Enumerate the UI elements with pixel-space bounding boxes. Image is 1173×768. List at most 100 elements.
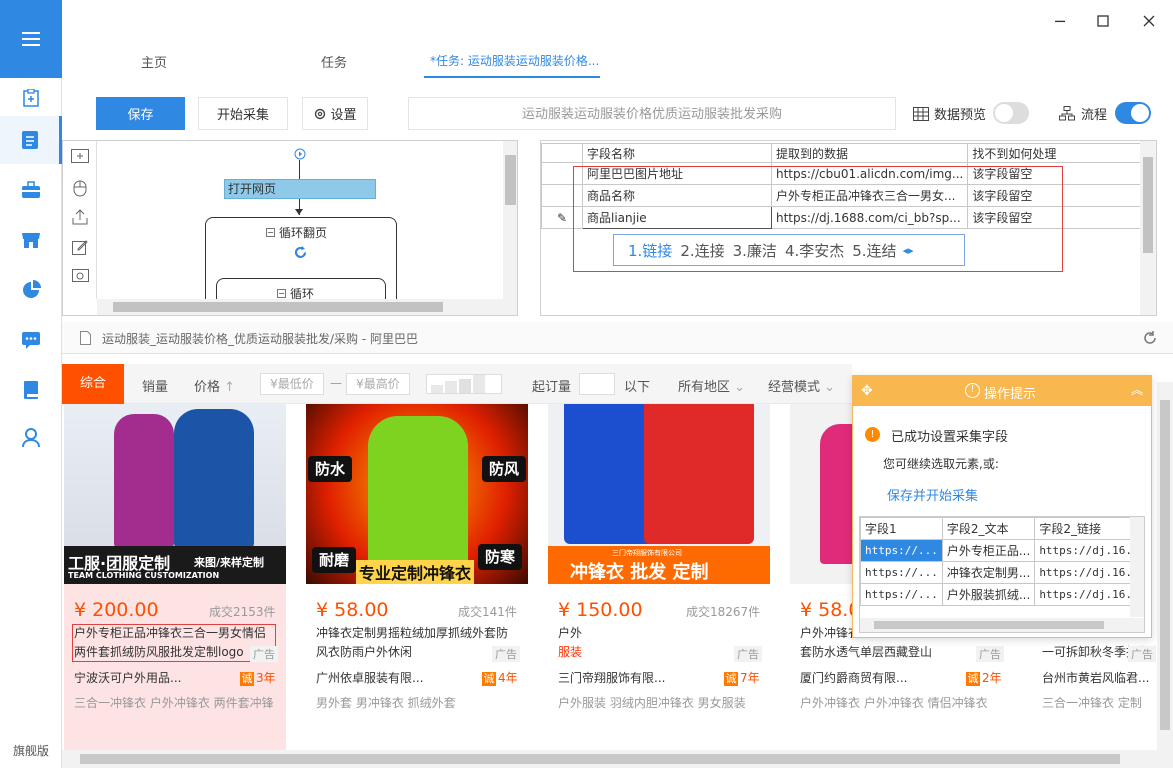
tab-current-task[interactable]: *任务: 运动服装运动服装价格...	[430, 52, 599, 69]
store-icon[interactable]	[0, 216, 62, 264]
product-tags: 户外冲锋衣 户外冲锋衣 情侣冲锋衣	[800, 696, 988, 710]
min-price-input[interactable]: ¥最低价	[260, 373, 324, 395]
task-name-input[interactable]: 运动服装运动服装价格优质运动服装批发采购	[408, 97, 896, 130]
flow-toggle[interactable]	[1115, 102, 1151, 124]
product-sold: 成交18267件	[686, 605, 761, 619]
product-title[interactable]: 冲锋衣定制男摇粒绒加厚抓绒外套防	[316, 624, 508, 643]
add-step-icon[interactable]	[71, 149, 89, 165]
years-badge: 诚 2年	[966, 671, 1002, 686]
ime-next-icon[interactable]: ◂▸	[903, 244, 914, 257]
collapse-tip-icon[interactable]: ︽	[1131, 381, 1143, 398]
save-and-start-link[interactable]: 保存并开始采集	[887, 485, 978, 504]
settings-button[interactable]: 设置	[302, 97, 368, 130]
product-image[interactable]: 工服·团服定制 来图/来样定制 TEAM CLOTHING CUSTOMIZAT…	[64, 404, 286, 584]
chart-icon[interactable]	[0, 266, 62, 314]
product-image[interactable]: 三门帝翔服饰有限公司 冲锋衣 批发 定制	[548, 404, 770, 584]
gear-icon	[315, 108, 326, 119]
data-preview-toggle[interactable]	[993, 102, 1029, 124]
ime-candidate-2[interactable]: 2.连接	[680, 240, 724, 261]
product-card[interactable]: 三门帝翔服饰有限公司 冲锋衣 批发 定制 ¥ 150.00 成交18267件 户…	[548, 404, 770, 750]
address-text[interactable]: 运动服装_运动服装价格_优质运动服装批发/采购 - 阿里巴巴	[102, 330, 418, 347]
book-icon[interactable]	[0, 366, 62, 414]
tab-underline	[424, 76, 600, 78]
product-image[interactable]: 防水 防风 耐磨 防寒 专业定制冲锋衣	[306, 404, 528, 584]
region-select[interactable]: 所有地区 ⌄	[678, 376, 745, 395]
reload-icon[interactable]	[1142, 330, 1158, 346]
product-card[interactable]: 工服·团服定制 来图/来样定制 TEAM CLOTHING CUSTOMIZAT…	[64, 404, 286, 750]
edit-icon[interactable]	[72, 239, 88, 255]
mouse-icon[interactable]	[73, 179, 87, 197]
table-icon	[913, 106, 929, 121]
collapse-icon[interactable]: −	[277, 289, 286, 298]
sort-all-tab[interactable]: 综合	[62, 364, 124, 404]
flow-vscroll[interactable]	[503, 141, 517, 299]
page-icon	[80, 331, 91, 345]
shop-name[interactable]: 台州市黄岩风临君...	[1042, 669, 1149, 686]
menu-icon[interactable]	[0, 0, 62, 78]
max-price-input[interactable]: ¥最高价	[346, 373, 410, 395]
ime-candidates[interactable]: 1.链接 2.连接 3.廉洁 4.李安杰 5.连结 ◂▸	[613, 234, 965, 266]
refresh-icon	[294, 246, 307, 259]
tip-continue-text: 您可继续选取元素,或:	[883, 457, 999, 471]
page-vscroll[interactable]	[1157, 382, 1173, 750]
message-icon[interactable]	[0, 316, 62, 364]
ime-candidate-3[interactable]: 3.廉洁	[733, 240, 777, 261]
ime-candidate-1[interactable]: 1.链接	[628, 240, 672, 261]
tip-vscroll[interactable]	[1130, 517, 1144, 617]
tip-header[interactable]: ✥ ! 操作提示 ︽	[853, 376, 1151, 406]
open-page-step[interactable]: 打开网页	[224, 179, 376, 199]
tip-hscroll[interactable]	[860, 618, 1144, 632]
toolbox-icon[interactable]	[0, 166, 62, 214]
maximize-icon[interactable]	[1088, 10, 1118, 32]
tab-tasks[interactable]: 任务	[321, 52, 347, 71]
product-tags: 户外服装 羽绒内胆冲锋衣 男女服装	[558, 696, 746, 710]
export-icon[interactable]	[72, 209, 88, 225]
flow-toggle-group: 流程	[1059, 104, 1107, 123]
operation-tip-panel: ✥ ! 操作提示 ︽ ! 已成功设置采集字段 您可继续选取元素,或: 保存并开始…	[852, 375, 1152, 638]
product-title[interactable]: 户外冲锋衣	[800, 624, 860, 643]
sort-sales-tab[interactable]: 销量	[142, 376, 168, 395]
page-hscroll[interactable]	[62, 750, 1173, 768]
moq-input[interactable]	[579, 373, 615, 395]
col-header-data: 提取到的数据	[770, 143, 969, 163]
edition-label: 旗舰版	[12, 744, 49, 758]
flow-icon	[1059, 106, 1075, 121]
move-icon[interactable]: ✥	[861, 383, 873, 399]
new-task-icon[interactable]	[0, 74, 62, 122]
close-icon[interactable]	[1134, 10, 1164, 32]
user-icon[interactable]	[0, 414, 62, 462]
product-price: ¥ 200.00	[74, 599, 159, 621]
business-mode-select[interactable]: 经营模式 ⌄	[768, 376, 835, 395]
save-button[interactable]: 保存	[96, 97, 185, 130]
shop-name[interactable]: 广州依卓服装有限...	[316, 669, 423, 686]
product-title-line2[interactable]: 风衣防雨户外休闲	[316, 643, 412, 662]
ime-candidate-4[interactable]: 4.李安杰	[785, 240, 844, 261]
collapse-icon[interactable]: −	[266, 228, 275, 237]
product-title-line2[interactable]: 两件套抓绒防风服批发定制logo	[74, 643, 244, 662]
moq-label: 起订量	[532, 380, 572, 395]
product-card[interactable]: 防水 防风 耐磨 防寒 专业定制冲锋衣 ¥ 58.00 成交141件 冲锋衣定制…	[306, 404, 528, 750]
product-title-line2[interactable]: 套防水透气单层西藏登山	[800, 643, 932, 662]
search-element-icon[interactable]	[72, 269, 90, 285]
product-title[interactable]: 户外专柜正品冲锋衣三合一男女情侣	[74, 624, 266, 643]
flow-hscroll[interactable]	[97, 299, 517, 315]
product-tags: 三合一冲锋衣 定制	[1042, 696, 1142, 710]
price-histogram[interactable]	[426, 374, 502, 394]
start-collect-button[interactable]: 开始采集	[198, 97, 288, 130]
tip-success-text: 已成功设置采集字段	[891, 430, 1009, 445]
product-price: ¥ 58.00	[316, 599, 389, 621]
product-tags: 三合一冲锋衣 户外冲锋衣 两件套冲锋	[74, 696, 274, 710]
tip-table-row: https://... 户外服装抓绒... https://dj.16...	[860, 583, 1144, 606]
ime-candidate-5[interactable]: 5.连结	[852, 240, 896, 261]
field-vscroll[interactable]	[1140, 141, 1156, 315]
minimize-icon[interactable]: ─	[1045, 10, 1075, 32]
task-list-icon[interactable]	[0, 116, 62, 164]
sort-price-tab[interactable]: 价格 ↑	[194, 376, 235, 395]
shop-name[interactable]: 三门帝翔服饰有限...	[558, 669, 665, 686]
tab-home[interactable]: 主页	[141, 52, 167, 71]
product-title-line2[interactable]: 服装	[558, 643, 582, 662]
sidebar: 旗舰版	[0, 0, 62, 768]
product-title[interactable]: 户外	[558, 624, 582, 643]
shop-name[interactable]: 宁波沃可户外用品...	[74, 669, 181, 686]
shop-name[interactable]: 厦门约爵商贸有限...	[800, 669, 907, 686]
